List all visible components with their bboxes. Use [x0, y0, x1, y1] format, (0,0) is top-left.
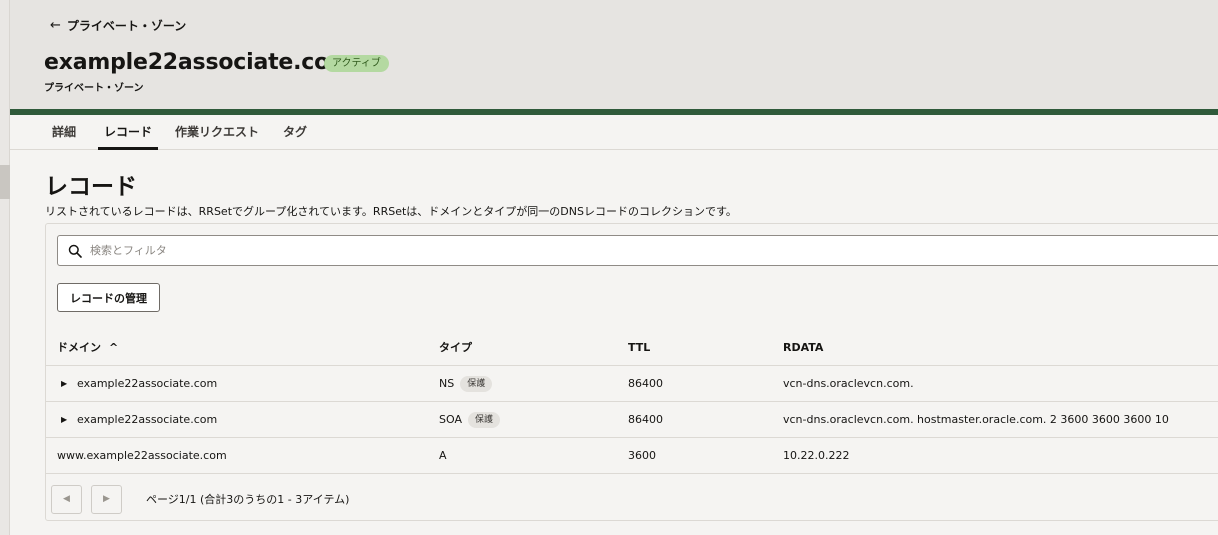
column-header-label: ドメイン — [57, 341, 101, 354]
protected-tag: 保護 — [460, 376, 493, 392]
pagination: ◀ ▶ ページ1/1 (合計3のうちの1 - 3アイテム) — [46, 476, 1218, 521]
records-panel: レコードの管理 ドメイン ^ タイプ TTL RDATA ▶ example22a… — [45, 223, 1218, 521]
type-value: A — [439, 449, 447, 462]
ttl-value: 3600 — [628, 449, 656, 462]
table-header: ドメイン ^ タイプ TTL RDATA — [46, 330, 1218, 366]
page-subtitle: プライベート・ゾーン — [44, 83, 144, 94]
protected-tag: 保護 — [467, 412, 500, 428]
column-header-rdata[interactable]: RDATA — [783, 330, 823, 366]
column-header-ttl[interactable]: TTL — [628, 330, 650, 366]
status-badge: アクティブ — [324, 55, 389, 72]
chevron-left-icon[interactable]: ◀ — [51, 485, 82, 514]
tab-work-requests[interactable]: 作業リクエスト — [175, 115, 259, 150]
left-scroll-thumb[interactable] — [0, 165, 10, 199]
manage-records-button[interactable]: レコードの管理 — [57, 283, 160, 312]
domain-value: example22associate.com — [77, 413, 218, 426]
column-header-type[interactable]: タイプ — [439, 330, 472, 366]
left-rail — [0, 0, 10, 535]
ttl-value: 86400 — [628, 413, 663, 426]
section-description: リストされているレコードは、RRSetでグループ化されています。RRSetは、ド… — [45, 205, 737, 218]
ttl-value: 86400 — [628, 377, 663, 390]
tab-records[interactable]: レコード — [97, 115, 159, 150]
search-input[interactable] — [90, 244, 690, 257]
chevron-right-icon[interactable]: ▶ — [91, 485, 122, 514]
tab-bar: 詳細 レコード 作業リクエスト タグ — [10, 115, 1218, 150]
section-title: レコード — [45, 174, 137, 200]
expand-caret-icon[interactable]: ▶ — [61, 366, 71, 402]
rdata-value: vcn-dns.oraclevcn.com. hostmaster.oracle… — [783, 413, 1169, 426]
page-header: ← プライベート・ゾーン example22associate.com アクティ… — [10, 0, 1218, 109]
rdata-value: vcn-dns.oraclevcn.com. — [783, 377, 914, 390]
domain-value: example22associate.com — [77, 377, 218, 390]
search-icon — [68, 244, 82, 258]
records-table: ドメイン ^ タイプ TTL RDATA ▶ example22associate… — [46, 330, 1218, 474]
tab-details[interactable]: 詳細 — [52, 115, 76, 150]
type-value: NS — [439, 377, 455, 390]
tab-tags[interactable]: タグ — [283, 115, 307, 150]
pagination-status: ページ1/1 (合計3のうちの1 - 3アイテム) — [146, 493, 350, 506]
domain-cell: ▶ example22associate.com — [61, 366, 217, 402]
type-cell: SOA 保護 — [439, 402, 500, 438]
column-header-domain[interactable]: ドメイン ^ — [57, 330, 118, 366]
table-row: ▶ example22associate.com SOA 保護 86400 vc… — [46, 402, 1218, 438]
expand-caret-icon[interactable]: ▶ — [61, 402, 71, 438]
sort-ascending-icon[interactable]: ^ — [109, 341, 118, 354]
arrow-left-icon: ← — [50, 18, 61, 33]
rdata-value: 10.22.0.222 — [783, 449, 850, 462]
page-title: example22associate.com — [44, 50, 352, 75]
search-box[interactable] — [57, 235, 1218, 266]
type-cell: NS 保護 — [439, 366, 493, 402]
back-link[interactable]: ← プライベート・ゾーン — [50, 17, 186, 34]
back-link-label: プライベート・ゾーン — [66, 19, 187, 33]
domain-value: www.example22associate.com — [57, 449, 227, 462]
table-row: ▶ example22associate.com NS 保護 86400 vcn… — [46, 366, 1218, 402]
domain-cell: ▶ example22associate.com — [61, 402, 217, 438]
type-value: SOA — [439, 413, 462, 426]
table-row: www.example22associate.com A 3600 10.22.… — [46, 438, 1218, 474]
